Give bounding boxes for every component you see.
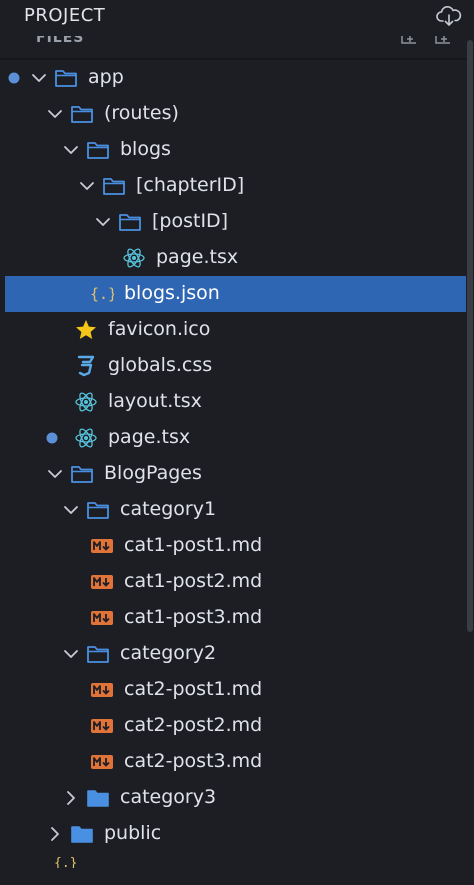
- tree-item-cat2-post1-md[interactable]: cat2-post1.md: [0, 672, 466, 708]
- tree-item-label: BlogPages: [104, 462, 202, 484]
- tree-item-label: page.tsx: [156, 246, 239, 268]
- react-icon: [75, 392, 97, 412]
- markdown-icon: [91, 611, 113, 625]
- tree-item-label: cat1-post2.md: [124, 570, 263, 592]
- chevron-right-icon: [51, 827, 59, 841]
- tree-item-cat1-post2-md[interactable]: cat1-post2.md: [0, 564, 466, 600]
- markdown-icon: [91, 575, 113, 589]
- chevron-down-icon: [64, 146, 78, 154]
- tree-item-label: [chapterID]: [136, 174, 245, 196]
- chevron-down-icon: [48, 110, 62, 118]
- chevron-right-icon: [67, 791, 75, 805]
- tree-item-cat1-post3-md[interactable]: cat1-post3.md: [0, 600, 466, 636]
- tree-item-routes[interactable]: (routes): [0, 96, 466, 132]
- tree-item-label: globals.css: [108, 354, 213, 376]
- modified-dot-icon: [8, 72, 20, 84]
- chevron-down-icon: [64, 506, 78, 514]
- tree-item-layout-tsx[interactable]: layout.tsx: [0, 384, 466, 420]
- tree-item-label: category2: [120, 642, 217, 664]
- scrollbar-thumb[interactable]: [467, 40, 473, 632]
- tree-item-label: favicon.ico: [108, 318, 211, 340]
- tree-item-category3[interactable]: category3: [0, 780, 466, 816]
- tree-item-cat1-post1-md[interactable]: cat1-post1.md: [0, 528, 466, 564]
- markdown-icon: [91, 755, 113, 769]
- svg-text:{.}: {.}: [54, 856, 76, 868]
- tree-item-label: cat2-post1.md: [124, 678, 263, 700]
- tree-item-category2[interactable]: category2: [0, 636, 466, 672]
- svg-text:{.}: {.}: [90, 285, 114, 303]
- section-label: FILES: [36, 36, 85, 46]
- markdown-icon: [91, 719, 113, 733]
- markdown-icon: [91, 539, 113, 553]
- folder-icon: [87, 142, 109, 159]
- tree-item-label: category1: [120, 498, 217, 520]
- tree-item-label: cat2-post3.md: [124, 750, 263, 772]
- react-icon: [123, 248, 145, 268]
- folder-icon: [55, 70, 77, 87]
- chevron-down-icon: [48, 470, 62, 478]
- cloud-download-icon[interactable]: [436, 4, 462, 28]
- tree-item-app[interactable]: app: [0, 60, 466, 96]
- folder-icon: [71, 466, 93, 483]
- react-icon: [75, 428, 97, 448]
- json-braces-icon: {.}: [90, 285, 114, 303]
- tree-item-blogs[interactable]: blogs: [0, 132, 466, 168]
- modified-dot-icon: [46, 432, 58, 444]
- tree-item-label: [postID]: [152, 210, 229, 232]
- tree-item-label: cat1-post1.md: [124, 534, 263, 556]
- tree-item-label: app: [88, 66, 124, 88]
- css3-icon: [77, 355, 95, 377]
- panel-header: PROJECT: [0, 0, 474, 36]
- folder-icon: [119, 214, 141, 231]
- tree-item-label: category3: [120, 786, 217, 808]
- tree-item-category1[interactable]: category1: [0, 492, 466, 528]
- tree-item-favicon-ico[interactable]: favicon.ico: [0, 312, 466, 348]
- folder-icon: [87, 790, 109, 807]
- tree-item-label: layout.tsx: [108, 390, 202, 412]
- tree-item-label: (routes): [104, 102, 179, 124]
- folder-icon: [87, 646, 109, 663]
- tree-item-globals-css[interactable]: globals.css: [0, 348, 466, 384]
- tree-item-cat2-post2-md[interactable]: cat2-post2.md: [0, 708, 466, 744]
- markdown-icon: [91, 683, 113, 697]
- chevron-down-icon: [80, 182, 94, 190]
- panel-title: PROJECT: [24, 5, 106, 26]
- tree-item-postid[interactable]: [postID]: [0, 204, 466, 240]
- star-icon: [76, 320, 96, 339]
- tree-item-label: blogs.json: [124, 282, 220, 304]
- chevron-down-icon: [96, 218, 110, 226]
- tree-item-blogpages[interactable]: BlogPages: [0, 456, 466, 492]
- partial-next-row: {.}: [0, 848, 466, 885]
- folder-icon: [103, 178, 125, 195]
- chevron-down-icon: [32, 74, 46, 82]
- tree-item-label: cat1-post3.md: [124, 606, 263, 628]
- files-section-header[interactable]: FILES: [0, 36, 474, 58]
- tree-item-public[interactable]: public: [0, 816, 466, 852]
- json-braces-icon: {.}: [54, 856, 76, 868]
- chevron-down-icon: [64, 650, 78, 658]
- tree-item-cat2-post3-md[interactable]: cat2-post3.md: [0, 744, 466, 780]
- new-folder-icon[interactable]: [432, 36, 458, 50]
- tree-item-page-tsx[interactable]: page.tsx: [0, 420, 466, 456]
- tree-item-label: page.tsx: [108, 426, 191, 448]
- tree-item-page-tsx[interactable]: page.tsx: [0, 240, 466, 276]
- tree-item-label: cat2-post2.md: [124, 714, 263, 736]
- tree-item-chapterid[interactable]: [chapterID]: [0, 168, 466, 204]
- new-file-icon[interactable]: [398, 36, 424, 50]
- tree-item-label: public: [104, 822, 162, 844]
- folder-icon: [71, 826, 93, 843]
- tree-item-blogs-json[interactable]: {.} blogs.json: [5, 276, 467, 312]
- folder-icon: [87, 502, 109, 519]
- folder-icon: [71, 106, 93, 123]
- tree-item-label: blogs: [120, 138, 171, 160]
